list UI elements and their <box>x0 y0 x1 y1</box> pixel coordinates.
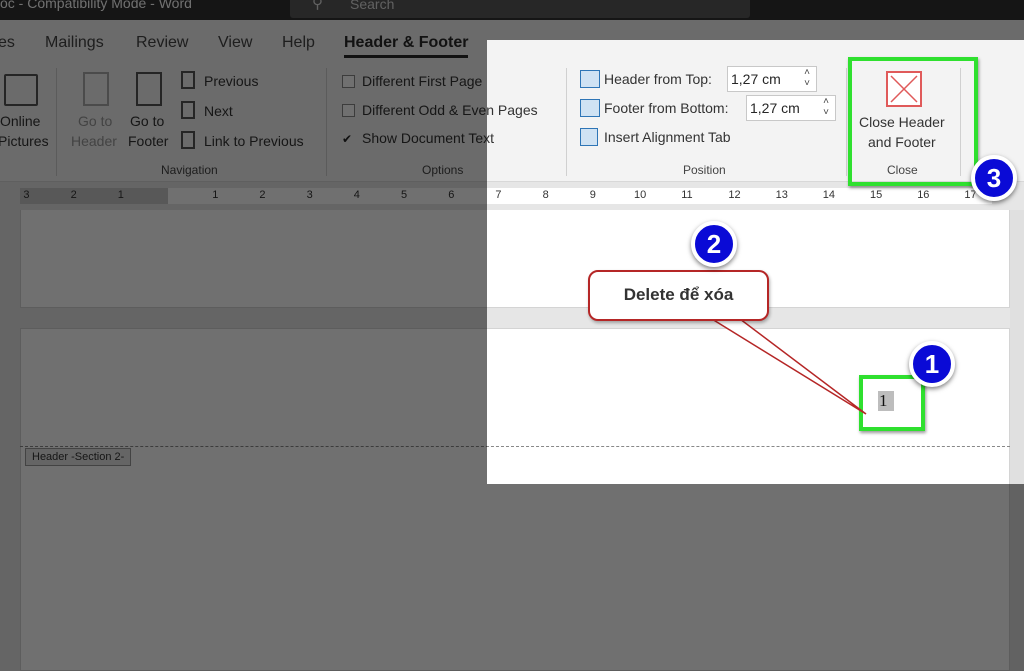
step-badge-3: 3 <box>971 155 1017 201</box>
callout-delete: Delete để xóa <box>588 270 769 321</box>
step-badge-1: 1 <box>909 341 955 387</box>
step-badge-2: 2 <box>691 221 737 267</box>
callout-pointer <box>709 318 867 415</box>
